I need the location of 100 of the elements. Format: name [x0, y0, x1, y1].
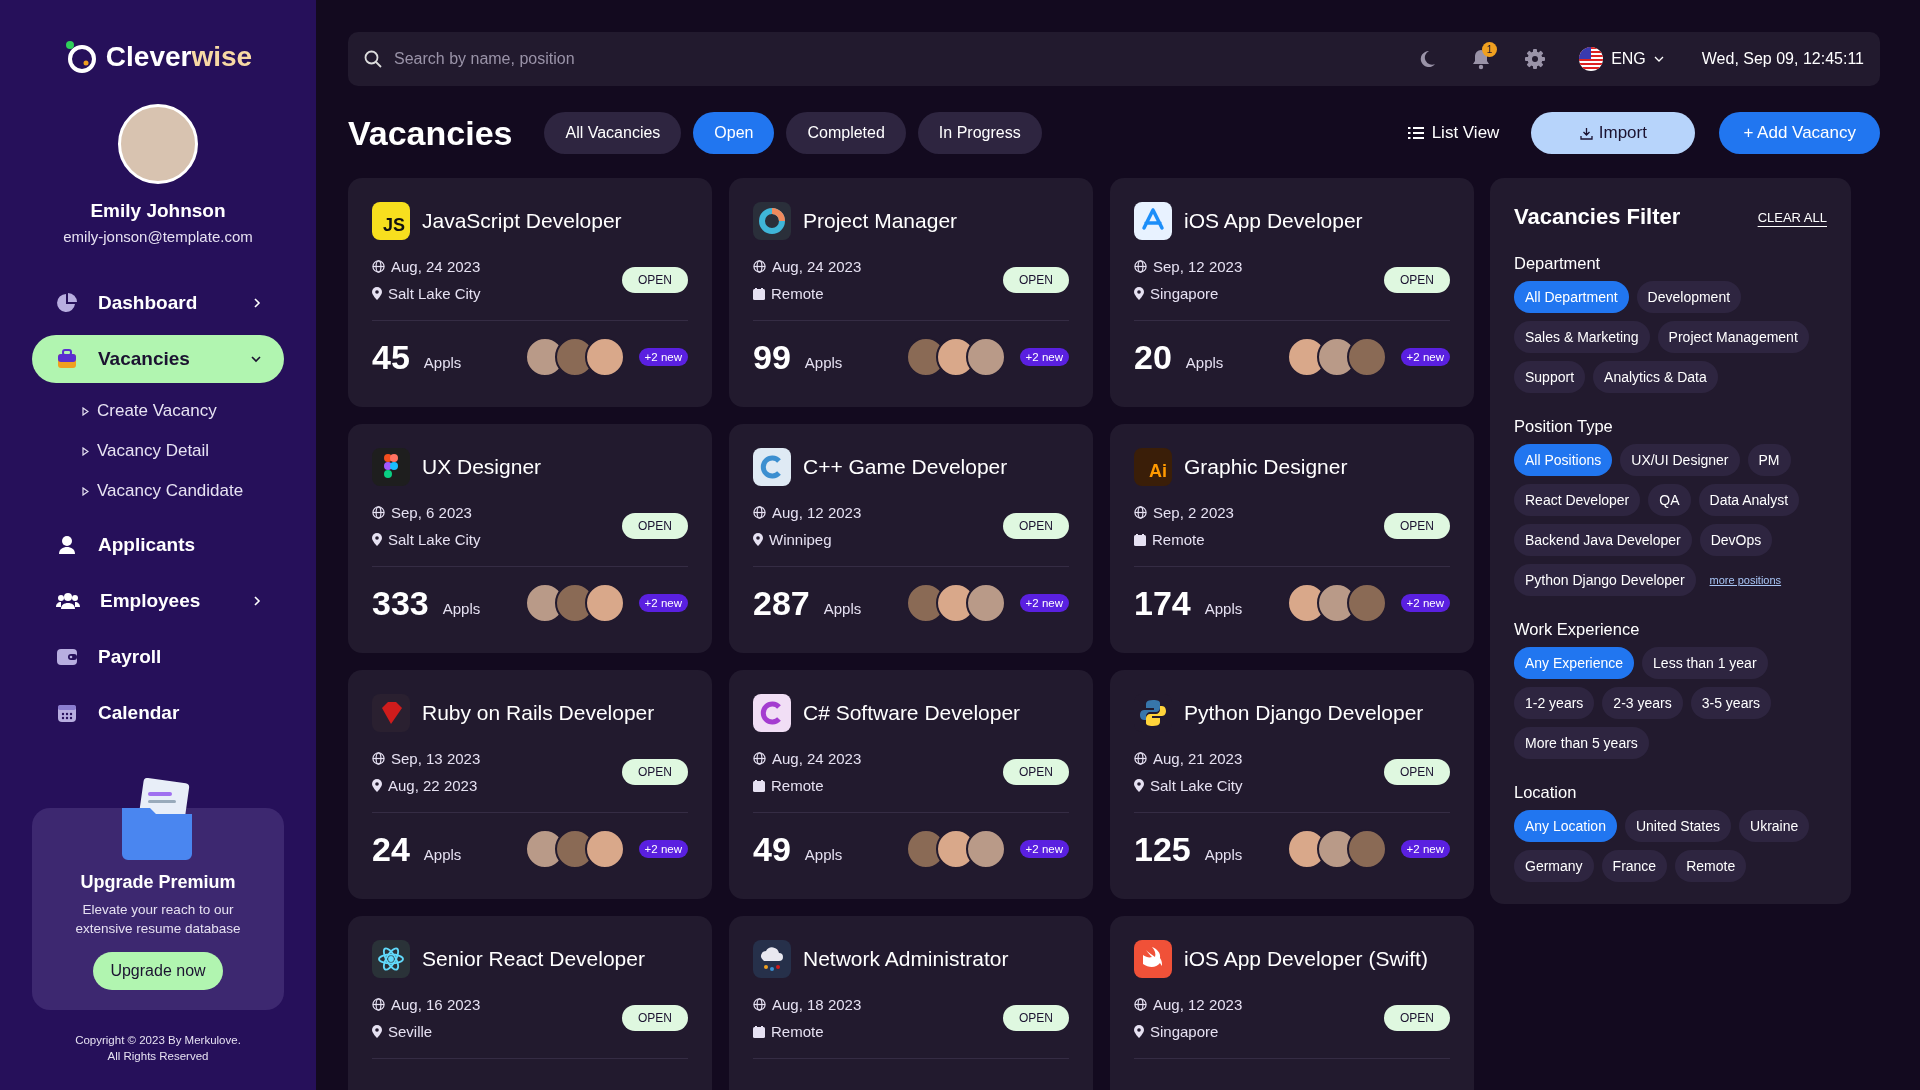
filter-chip[interactable]: 1-2 years	[1514, 687, 1595, 719]
filter-chip[interactable]: All Department	[1514, 281, 1629, 313]
filter-chip[interactable]: France	[1601, 850, 1668, 882]
sub-nav-item[interactable]: Create Vacancy	[82, 401, 284, 421]
new-count-badge: +2 new	[638, 348, 688, 366]
filter-chip[interactable]: UX/UI Designer	[1620, 444, 1740, 476]
vacancy-card[interactable]: iOS App Developer (Swift) Aug, 12 2023 Singapore OPEN	[1110, 916, 1474, 1090]
vacancy-location: Salt Lake City	[1150, 777, 1243, 794]
vacancy-date: Aug, 24 2023	[391, 258, 481, 275]
c-letter-logo-icon	[753, 694, 791, 732]
copyright-text: Copyright © 2023 By Merkulove. All Rights Reserved	[75, 1032, 241, 1064]
more-positions-link[interactable]: more positions	[1709, 574, 1782, 586]
applications-label: Appls	[1204, 845, 1244, 863]
vacancy-title: Project Manager	[803, 209, 958, 233]
nav-item[interactable]: Employees	[32, 577, 284, 625]
filter-chip[interactable]: Less than 1 year	[1642, 647, 1768, 679]
filter-chip[interactable]: Project Management	[1657, 321, 1809, 353]
sub-nav-item[interactable]: Vacancy Detail	[82, 441, 284, 461]
vacancy-card[interactable]: Network Administrator Aug, 18 2023 Remote OPEN	[729, 916, 1093, 1090]
vacancy-card[interactable]: Ai Graphic Designer Sep, 2 2023 Remote OPEN 174 Appls +2 new	[1110, 424, 1474, 653]
vacancy-card[interactable]: Senior React Developer Aug, 16 2023 Seville OPEN	[348, 916, 712, 1090]
status-badge: OPEN	[622, 513, 688, 539]
applications-label: Appls	[442, 599, 482, 617]
notification-count: 1	[1482, 42, 1498, 57]
map-pin-icon	[1134, 1025, 1144, 1038]
us-flag-icon	[1579, 47, 1604, 71]
illustrator-logo-icon: Ai	[1134, 448, 1172, 486]
vacancy-date: Aug, 24 2023	[772, 258, 862, 275]
filter-chip[interactable]: Any Location	[1514, 810, 1617, 842]
vacancy-date: Sep, 2 2023	[1153, 504, 1234, 521]
filter-chip[interactable]: Development	[1636, 281, 1742, 313]
nav-item[interactable]: Calendar	[32, 689, 284, 737]
filter-group-label: Position Type	[1514, 417, 1614, 436]
filter-chip[interactable]: Data Analyst	[1698, 484, 1800, 516]
wallet-icon	[56, 646, 78, 668]
filter-chip[interactable]: QA	[1648, 484, 1691, 516]
applications-label: Appls	[423, 845, 463, 863]
filter-chip[interactable]: PM	[1747, 444, 1791, 476]
filter-tab[interactable]: Completed	[786, 112, 906, 154]
filter-group-label: Location	[1514, 783, 1578, 802]
filter-chip[interactable]: Remote	[1675, 850, 1747, 882]
globe-icon	[753, 752, 766, 765]
search-input[interactable]: Search by name, position	[392, 49, 1388, 69]
vacancy-card[interactable]: UX Designer Sep, 6 2023 Salt Lake City OPEN 333 Appls +2 new	[348, 424, 712, 653]
filter-tab[interactable]: In Progress	[917, 112, 1042, 154]
filter-chip[interactable]: Sales & Marketing	[1514, 321, 1650, 353]
add-vacancy-button[interactable]: + Add Vacancy	[1719, 112, 1880, 154]
search-field[interactable]: Search by name, position	[364, 32, 1388, 86]
vacancy-card[interactable]: Ruby on Rails Developer Sep, 13 2023 Aug, 22 2023 OPEN 24 Appls +2 new	[348, 670, 712, 899]
applications-count: 45	[372, 337, 410, 377]
vacancy-card[interactable]: iOS App Developer Sep, 12 2023 Singapore OPEN 20 Appls +2 new	[1110, 178, 1474, 407]
filter-chip[interactable]: DevOps	[1699, 524, 1773, 556]
upgrade-button[interactable]: Upgrade now	[93, 951, 223, 990]
filter-chip[interactable]: Python Django Developer	[1514, 564, 1696, 596]
nav-item[interactable]: Payroll	[32, 633, 284, 681]
nav-item[interactable]: Vacancies	[32, 335, 284, 383]
list-view-button[interactable]: List View	[1401, 122, 1506, 144]
date-time: Wed, Sep 09, 12:45:11	[1701, 50, 1864, 68]
import-button[interactable]: Import	[1531, 112, 1696, 154]
vacancy-card[interactable]: C# Software Developer Aug, 24 2023 Remote OPEN 49 Appls +2 new	[729, 670, 1093, 899]
vacancy-card[interactable]: JS JavaScript Developer Aug, 24 2023 Salt Lake City OPEN 45 Appls +2 new	[348, 178, 712, 407]
filter-chip[interactable]: United States	[1624, 810, 1731, 842]
vacancy-location: Winnipeg	[769, 531, 832, 548]
filter-chip[interactable]: Analytics & Data	[1593, 361, 1718, 393]
map-pin-icon	[1134, 779, 1144, 792]
vacancy-location: Singapore	[1150, 1023, 1219, 1040]
new-count-badge: +2 new	[1019, 348, 1069, 366]
globe-icon	[372, 260, 385, 273]
applications-label: Appls	[804, 845, 844, 863]
filter-chip[interactable]: React Developer	[1514, 484, 1641, 516]
download-icon	[1579, 126, 1593, 140]
globe-icon	[753, 506, 766, 519]
vacancy-card[interactable]: C++ Game Developer Aug, 12 2023 Winnipeg OPEN 287 Appls +2 new	[729, 424, 1093, 653]
new-count-badge: +2 new	[1019, 840, 1069, 858]
vacancy-title: iOS App Developer (Swift)	[1184, 947, 1428, 971]
language-selector[interactable]: ENG	[1579, 47, 1664, 71]
filter-chip[interactable]: Support	[1514, 361, 1586, 393]
sub-nav-item[interactable]: Vacancy Candidate	[82, 481, 284, 501]
search-icon	[364, 50, 382, 68]
filter-tab[interactable]: All Vacancies	[544, 112, 682, 154]
filter-chip[interactable]: Ukraine	[1739, 810, 1810, 842]
vacancy-card[interactable]: Project Manager Aug, 24 2023 Remote OPEN 99 Appls +2 new	[729, 178, 1093, 407]
vacancy-location: Aug, 22 2023	[388, 777, 478, 794]
filter-chip[interactable]: 3-5 years	[1690, 687, 1772, 719]
filter-tab[interactable]: Open	[693, 112, 775, 154]
filter-chip[interactable]: Any Experience	[1514, 647, 1635, 679]
filter-chip[interactable]: Germany	[1514, 850, 1594, 882]
vacancy-date: Aug, 12 2023	[1153, 996, 1243, 1013]
vacancy-card[interactable]: Python Django Developer Aug, 21 2023 Salt Lake City OPEN 125 Appls +2 new	[1110, 670, 1474, 899]
status-badge: OPEN	[1003, 1005, 1069, 1031]
filter-chip[interactable]: 2-3 years	[1602, 687, 1683, 719]
filter-chip[interactable]: All Positions	[1514, 444, 1613, 476]
new-count-badge: +2 new	[638, 840, 688, 858]
clear-all-link[interactable]: CLEAR ALL	[1757, 209, 1827, 225]
filter-chip[interactable]: Backend Java Developer	[1514, 524, 1692, 556]
nav-item[interactable]: Dashboard	[32, 279, 284, 327]
nav-item[interactable]: Applicants	[32, 521, 284, 569]
status-badge: OPEN	[1384, 1005, 1450, 1031]
globe-icon	[1134, 752, 1147, 765]
filter-chip[interactable]: More than 5 years	[1514, 727, 1649, 759]
